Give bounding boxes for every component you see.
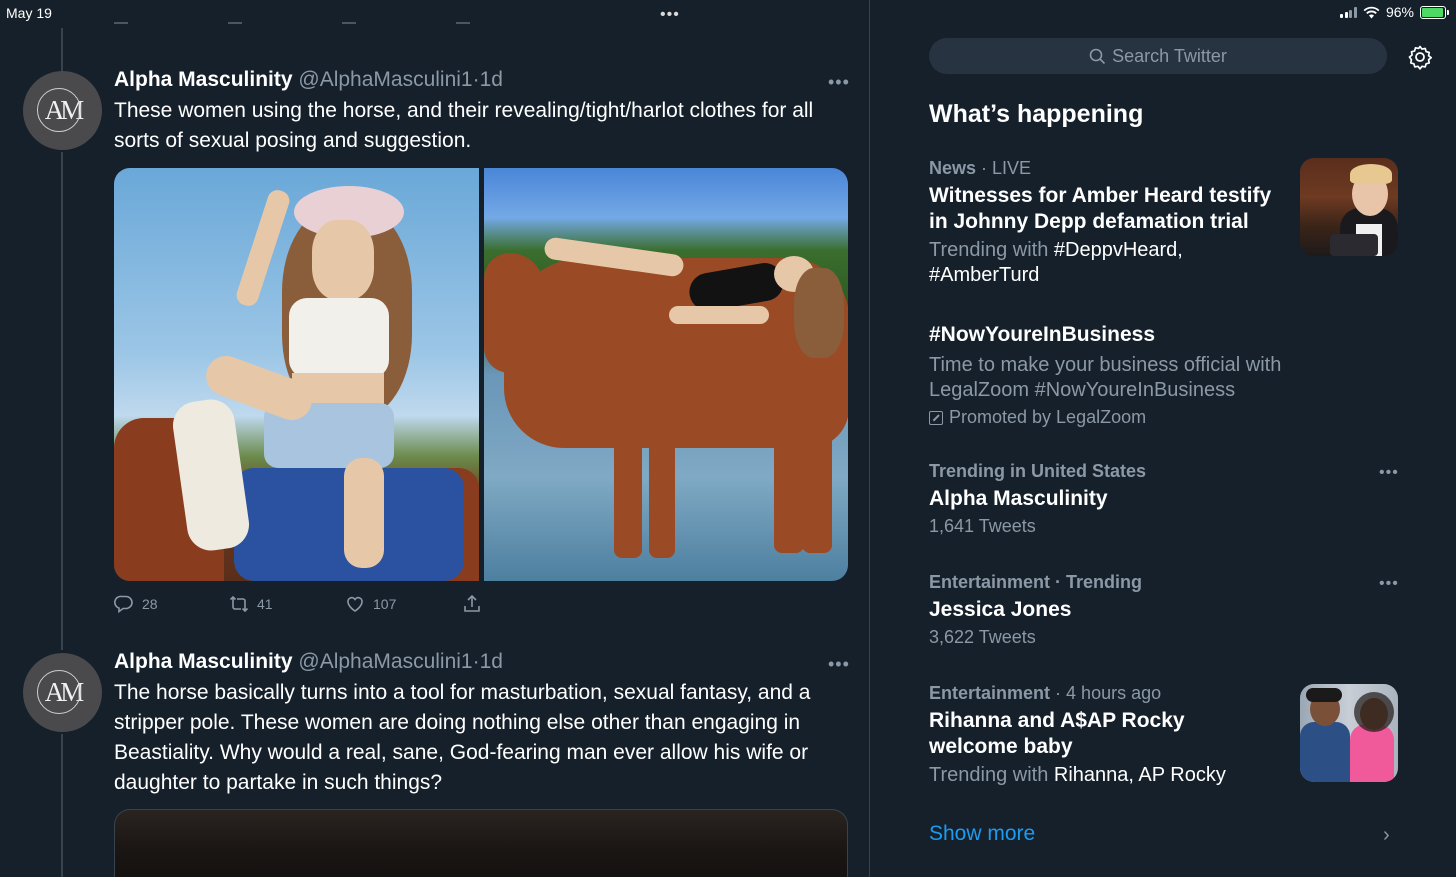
trend-item[interactable]: #NowYoureInBusiness Time to make your bu… [929, 322, 1399, 428]
retweet-icon [229, 595, 249, 613]
author-name[interactable]: Alpha Masculinity [114, 68, 293, 91]
trend-category: Entertainment · Trending [929, 572, 1143, 592]
author-handle[interactable]: @AlphaMasculini1 [298, 650, 472, 673]
search-icon [1089, 48, 1106, 64]
retweet-count: 41 [257, 596, 273, 612]
trend-context: Trending with #DeppvHeard, #AmberTurd [929, 239, 1183, 286]
media-photo[interactable] [114, 168, 479, 581]
gear-icon[interactable] [1407, 44, 1433, 70]
more-icon[interactable]: ••• [1379, 575, 1399, 593]
timeline[interactable]: AM Alpha Masculinity @AlphaMasculini1·1d… [0, 0, 870, 877]
author-name[interactable]: Alpha Masculinity [114, 650, 293, 673]
reply-button[interactable]: 28 [114, 594, 229, 614]
tweet-count: 3,622 Tweets [929, 627, 1036, 647]
separator: · [472, 650, 480, 673]
avatar[interactable]: AM [23, 71, 102, 150]
like-count: 107 [373, 596, 397, 612]
trend-item[interactable]: Entertainment · Trending Jessica Jones 3… [929, 572, 1399, 648]
tweet-header: Alpha Masculinity @AlphaMasculini1·1d [114, 650, 503, 674]
more-icon[interactable]: ••• [828, 654, 850, 675]
chevron-right-icon[interactable]: › [1383, 824, 1390, 847]
trend-category: News · LIVE [929, 158, 1032, 178]
trend-thumbnail[interactable] [1300, 158, 1398, 256]
more-icon[interactable]: ••• [828, 72, 850, 93]
avatar-ring [37, 88, 81, 132]
tweet-age[interactable]: 1d [480, 68, 503, 91]
thread-line [61, 734, 63, 877]
trend-headline: Alpha Masculinity [929, 487, 1108, 510]
section-title: What’s happening [929, 100, 1144, 128]
tweet-text: These women using the horse, and their r… [114, 99, 814, 152]
trend-headline: Rihanna and A$AP Rocky welcome baby [929, 709, 1185, 758]
tweet-age[interactable]: 1d [480, 650, 503, 673]
author-handle[interactable]: @AlphaMasculini1 [298, 68, 472, 91]
share-button[interactable] [462, 594, 482, 614]
thread-line [61, 152, 63, 650]
tweet-text: The horse basically turns into a tool fo… [114, 681, 811, 794]
trend-category: Entertainment · 4 hours ago [929, 683, 1162, 703]
reply-count: 28 [142, 596, 158, 612]
tweet-actions: 28 41 107 [114, 594, 482, 614]
search-input[interactable]: Search Twitter [929, 38, 1387, 74]
separator: · [472, 68, 480, 91]
trending-with: Rihanna, AP Rocky [1053, 764, 1226, 786]
tweet-media[interactable] [114, 809, 848, 877]
tweet-header: Alpha Masculinity @AlphaMasculini1·1d [114, 68, 503, 92]
show-more-link[interactable]: Show more [929, 822, 1035, 846]
trend-item[interactable]: News · LIVE Witnesses for Amber Heard te… [929, 158, 1289, 288]
sidebar: Search Twitter What’s happening News · L… [871, 0, 1456, 877]
trend-headline: Jessica Jones [929, 598, 1072, 621]
trend-thumbnail[interactable] [1300, 684, 1398, 782]
trend-item[interactable]: Trending in United States Alpha Masculin… [929, 461, 1399, 537]
share-icon [464, 594, 480, 612]
previous-tweet-actions [114, 10, 494, 30]
trend-headline: Witnesses for Amber Heard testify in Joh… [929, 184, 1272, 233]
trend-category: Trending in United States [929, 461, 1147, 481]
media-photo[interactable] [483, 168, 848, 581]
trend-context: Trending with Rihanna, AP Rocky [929, 764, 1226, 786]
trend-description: Time to make your business official with… [929, 354, 1282, 401]
more-icon[interactable]: ••• [1379, 464, 1399, 482]
tweet-media[interactable] [114, 168, 848, 581]
reply-icon [114, 595, 133, 614]
trend-item[interactable]: Entertainment · 4 hours ago Rihanna and … [929, 683, 1289, 788]
promoted-label: Promoted by LegalZoom [929, 407, 1399, 428]
tweet-count: 1,641 Tweets [929, 516, 1036, 536]
avatar[interactable]: AM [23, 653, 102, 732]
retweet-button[interactable]: 41 [229, 594, 345, 614]
avatar-ring [37, 670, 81, 714]
trend-headline: #NowYoureInBusiness [929, 323, 1155, 346]
promoted-icon [929, 410, 943, 425]
like-button[interactable]: 107 [345, 594, 462, 614]
like-icon [347, 596, 363, 612]
search-placeholder: Search Twitter [1112, 45, 1227, 66]
thread-line [61, 28, 63, 72]
